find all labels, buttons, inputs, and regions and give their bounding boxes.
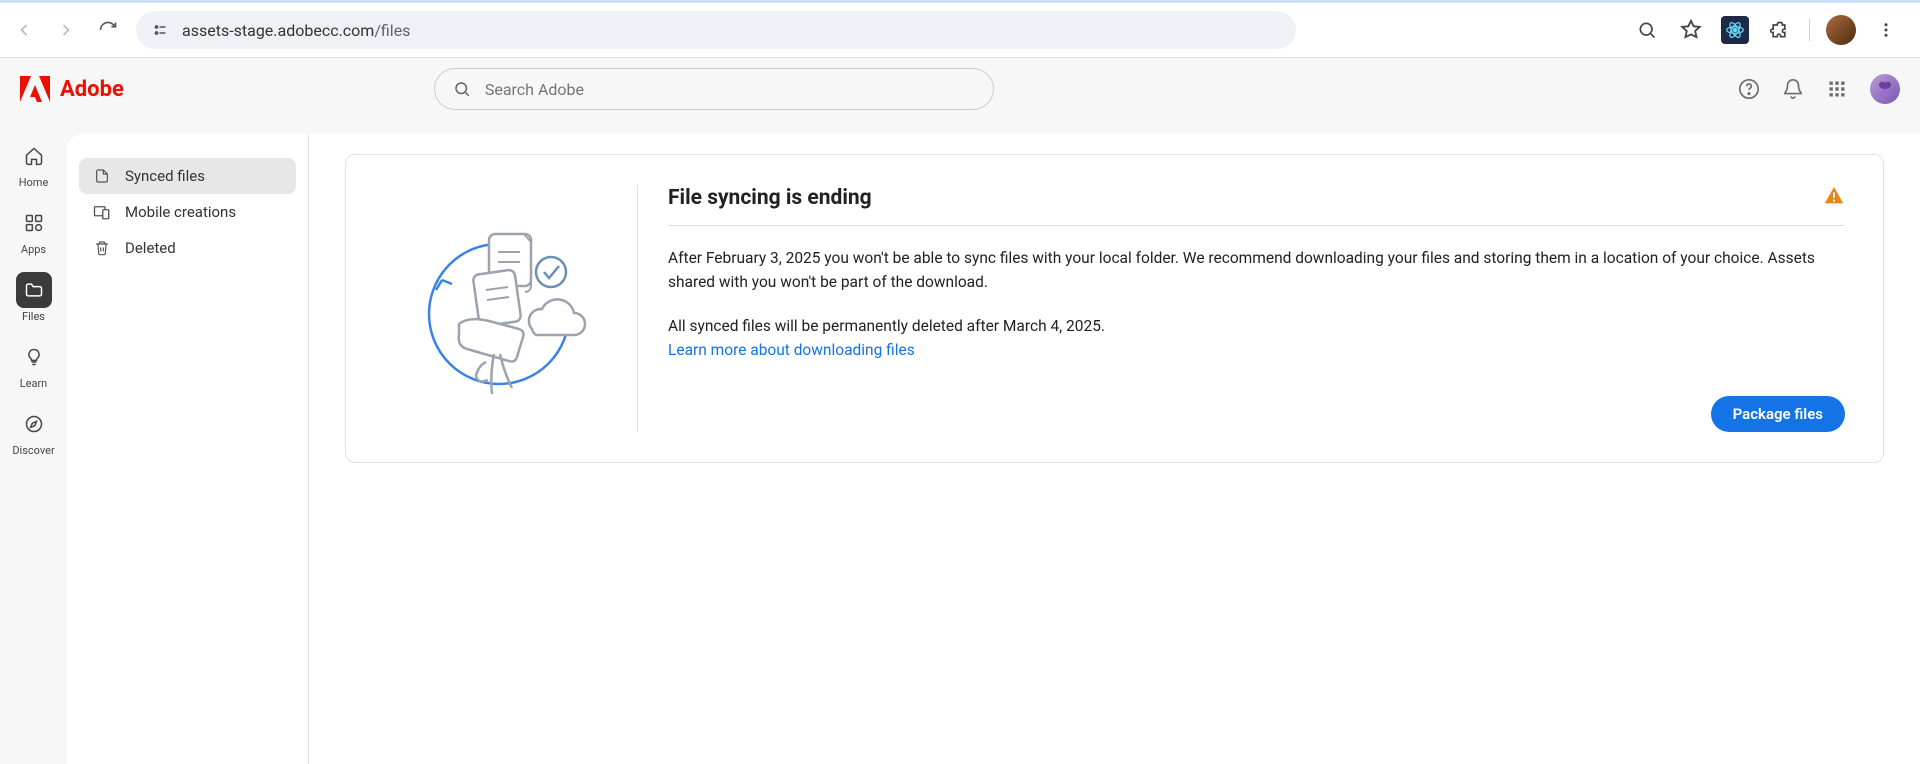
main-area: Home Apps Files Learn Discover Synced fi…: [0, 120, 1920, 764]
rail-apps[interactable]: Apps: [6, 197, 62, 260]
browser-profile-avatar[interactable]: [1826, 15, 1856, 45]
warning-icon: [1823, 185, 1845, 211]
divider: [1809, 19, 1810, 41]
adobe-profile-avatar[interactable]: [1870, 74, 1900, 104]
browser-reload-button[interactable]: [94, 16, 122, 44]
side-item-label: Deleted: [125, 239, 176, 257]
rail-discover-label: Discover: [12, 444, 54, 457]
notice-actions: Package files: [668, 396, 1845, 432]
file-icon: [93, 167, 111, 185]
grid-icon: [1827, 79, 1847, 99]
folder-icon: [24, 280, 44, 300]
sync-ending-illustration-icon: [414, 214, 594, 404]
adobe-logo-icon: [20, 75, 50, 103]
url-host: assets-stage.adobecc.com/files: [182, 21, 410, 40]
bookmark-star-icon[interactable]: [1677, 16, 1705, 44]
file-syncing-notice-card: File syncing is ending After February 3,…: [345, 154, 1884, 463]
url-path: /files: [374, 21, 410, 40]
adobe-header: Adobe: [0, 58, 1920, 120]
notice-body: File syncing is ending After February 3,…: [638, 185, 1859, 432]
notice-heading-row: File syncing is ending: [668, 185, 1845, 226]
help-icon: [1738, 78, 1760, 100]
rail-learn[interactable]: Learn: [6, 331, 62, 394]
adobe-search-bar[interactable]: [434, 68, 994, 110]
notice-paragraph-1: After February 3, 2025 you won't be able…: [668, 246, 1845, 294]
browser-forward-button[interactable]: [52, 16, 80, 44]
rail-files-label: Files: [22, 310, 45, 323]
notice-paragraph-2: All synced files will be permanently del…: [668, 314, 1845, 362]
browser-actions: [1633, 15, 1900, 45]
site-settings-icon[interactable]: [152, 21, 170, 39]
browser-toolbar: assets-stage.adobecc.com/files: [0, 0, 1920, 58]
learn-more-link[interactable]: Learn more about downloading files: [668, 341, 915, 359]
package-files-button[interactable]: Package files: [1711, 396, 1845, 432]
rail-discover[interactable]: Discover: [6, 398, 62, 461]
content-area: File syncing is ending After February 3,…: [309, 134, 1920, 764]
adobe-logo-text: Adobe: [60, 77, 124, 102]
content-wrap: Synced files Mobile creations Deleted: [67, 120, 1920, 764]
reload-icon: [98, 20, 118, 40]
rail-learn-label: Learn: [20, 377, 48, 390]
side-item-deleted[interactable]: Deleted: [79, 230, 296, 266]
zoom-search-icon[interactable]: [1633, 16, 1661, 44]
header-actions: [1738, 74, 1900, 104]
compass-icon: [24, 414, 44, 434]
search-input[interactable]: [485, 80, 975, 99]
left-rail: Home Apps Files Learn Discover: [0, 120, 67, 764]
browser-url-bar[interactable]: assets-stage.adobecc.com/files: [136, 11, 1296, 49]
adobe-logo[interactable]: Adobe: [20, 75, 124, 103]
extensions-puzzle-icon[interactable]: [1765, 16, 1793, 44]
app-switcher-button[interactable]: [1826, 78, 1848, 100]
apps-icon: [24, 213, 44, 233]
browser-back-button[interactable]: [10, 16, 38, 44]
arrow-right-icon: [56, 20, 76, 40]
rail-home[interactable]: Home: [6, 130, 62, 193]
trash-icon: [93, 239, 111, 257]
rail-files[interactable]: Files: [6, 264, 62, 327]
side-item-label: Mobile creations: [125, 203, 236, 221]
browser-menu-icon[interactable]: [1872, 16, 1900, 44]
side-item-synced-files[interactable]: Synced files: [79, 158, 296, 194]
side-panel: Synced files Mobile creations Deleted: [67, 134, 309, 764]
side-item-label: Synced files: [125, 167, 205, 185]
devices-icon: [93, 203, 111, 221]
notifications-button[interactable]: [1782, 78, 1804, 100]
search-icon: [453, 80, 471, 98]
bell-icon: [1782, 78, 1804, 100]
butterfly-icon: [1876, 80, 1894, 98]
home-icon: [24, 146, 44, 166]
notice-paragraph-2-text: All synced files will be permanently del…: [668, 317, 1105, 335]
rail-apps-label: Apps: [21, 243, 46, 256]
arrow-left-icon: [14, 20, 34, 40]
lightbulb-icon: [24, 347, 44, 367]
notice-heading: File syncing is ending: [668, 186, 1823, 210]
rail-home-label: Home: [19, 176, 49, 189]
sync-illustration: [370, 185, 638, 432]
side-item-mobile-creations[interactable]: Mobile creations: [79, 194, 296, 230]
react-devtools-icon[interactable]: [1721, 16, 1749, 44]
help-button[interactable]: [1738, 78, 1760, 100]
